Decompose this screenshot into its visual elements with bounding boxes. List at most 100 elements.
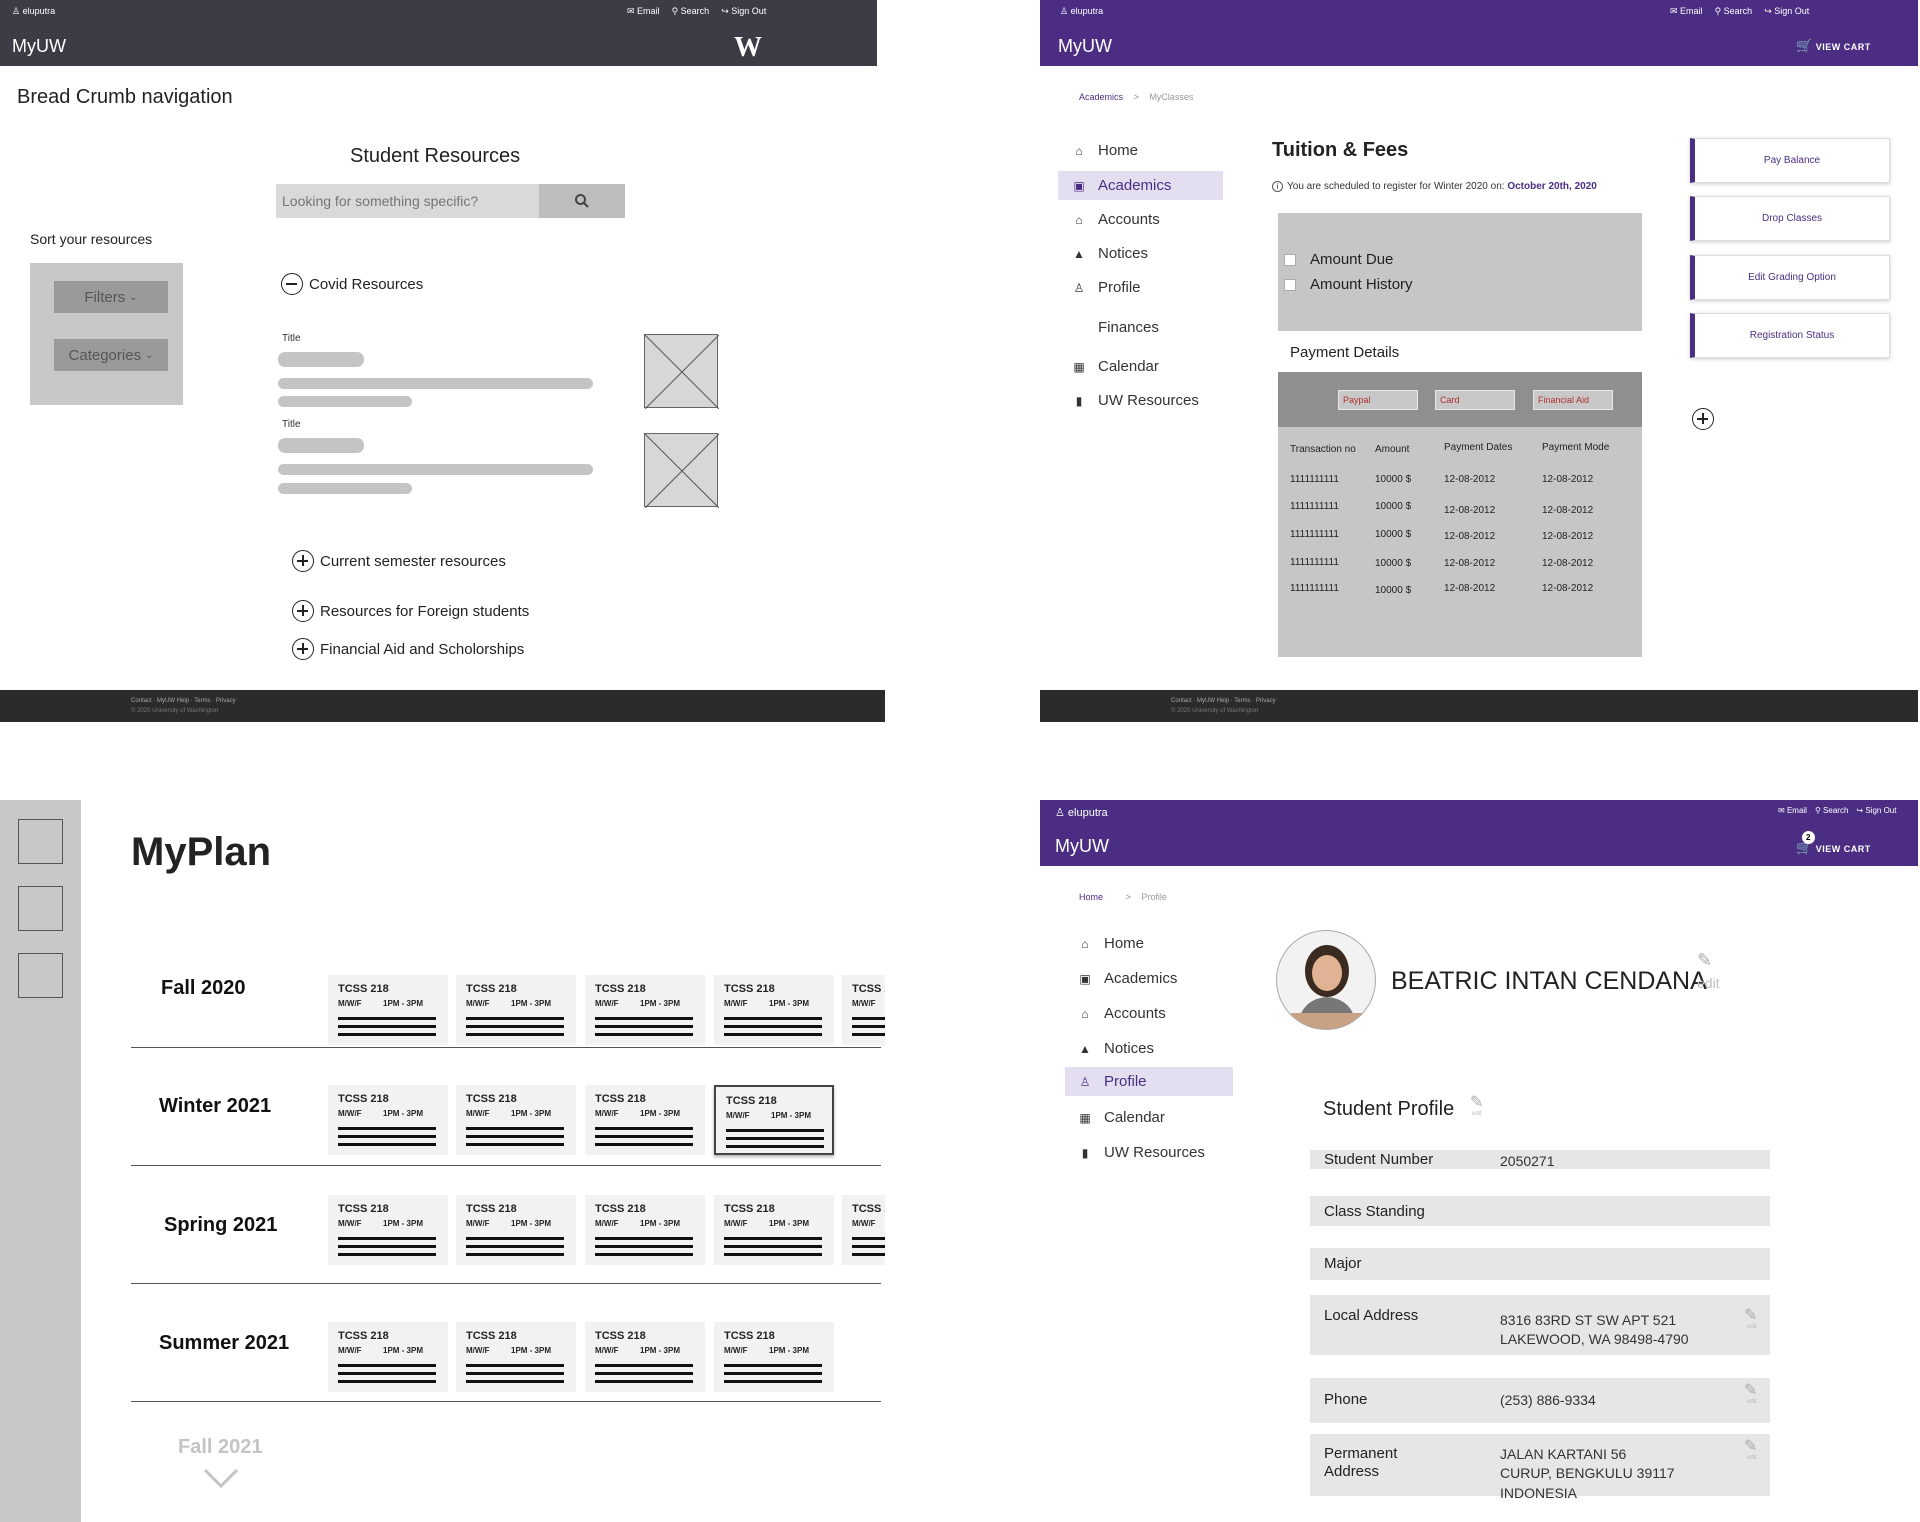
course-card[interactable]: TCSS 218M/W/F1PM - 3PM xyxy=(714,975,834,1045)
course-bar xyxy=(852,1245,885,1248)
brand-logo-text[interactable]: MyUW xyxy=(12,36,66,57)
sidebar-item-accounts[interactable]: ⌂ Accounts xyxy=(1078,1005,1165,1022)
edit-grading-option-button[interactable]: Edit Grading Option xyxy=(1690,255,1890,300)
course-card[interactable]: TCSS 218M/W/F1PM - 3PM xyxy=(585,1195,705,1265)
edit-name-label[interactable]: edit xyxy=(1697,975,1720,991)
course-card[interactable]: TCSS 218M/W/F1PM - 3PM xyxy=(328,975,448,1045)
course-time: 1PM - 3PM xyxy=(383,1346,424,1355)
footer-links[interactable]: Contact · MyUW Help · Terms · Privacy xyxy=(131,698,236,704)
sign-out-link[interactable]: ↪ Sign Out xyxy=(1856,806,1896,815)
search-link[interactable]: ⚲ Search xyxy=(1815,806,1848,815)
edit-phone-label[interactable]: edit xyxy=(1747,1399,1757,1405)
user-link[interactable]: ♙ eluputra xyxy=(12,6,55,17)
course-card[interactable]: TCSS 218M/W/F1PM - 3PM xyxy=(585,1085,705,1155)
edit-profile-label[interactable]: edit xyxy=(1472,1111,1482,1117)
brand-logo-text[interactable]: MyUW xyxy=(1058,36,1112,57)
pay-balance-button[interactable]: Pay Balance xyxy=(1690,138,1890,183)
course-card[interactable]: TCSS 218M/W/F1PM - 3PM xyxy=(842,975,885,1045)
sign-out-link[interactable]: ↪ Sign Out xyxy=(721,6,766,17)
edit-phone-icon[interactable]: ✎ xyxy=(1744,1380,1757,1400)
sidebar-item-home[interactable]: ⌂ Home xyxy=(1078,935,1144,952)
course-card[interactable]: TCSS 218M/W/F1PM - 3PM xyxy=(585,1322,705,1392)
footer-links[interactable]: Contact · MyUW Help · Terms · Privacy xyxy=(1171,698,1276,704)
course-card[interactable]: TCSS 218M/W/F1PM - 3PM xyxy=(328,1085,448,1155)
edit-name-icon[interactable]: ✎ xyxy=(1697,950,1712,971)
course-card[interactable]: TCSS 218M/W/F1PM - 3PM xyxy=(585,975,705,1045)
amount-due-checkbox[interactable] xyxy=(1284,253,1296,266)
sidebar-item-calendar[interactable]: ▦ Calendar xyxy=(1072,358,1159,375)
user-link[interactable]: ♙ eluputra xyxy=(1060,6,1103,17)
categories-dropdown[interactable]: Categories ⌄ xyxy=(54,339,168,371)
rail-button[interactable] xyxy=(18,819,63,864)
user-link[interactable]: ♙ eluputra xyxy=(1055,806,1108,819)
sidebar-item-profile[interactable]: ♙ Profile xyxy=(1065,1067,1233,1096)
course-card[interactable]: TCSS 218M/W/F1PM - 3PM xyxy=(328,1322,448,1392)
rail-button[interactable] xyxy=(18,886,63,931)
term-label: Winter 2021 xyxy=(159,1095,272,1117)
chevron-down-icon[interactable] xyxy=(203,1468,239,1495)
view-cart-button[interactable]: 🛒 2 VIEW CART xyxy=(1796,831,1871,856)
tab-financial-aid[interactable]: Financial Aid xyxy=(1533,390,1613,410)
edit-permanent-address-icon[interactable]: ✎ xyxy=(1744,1436,1757,1456)
field-phone: Phone (253) 886-9334 ✎ edit xyxy=(1310,1378,1770,1423)
sidebar-item-finances[interactable]: Finances xyxy=(1098,319,1159,336)
drop-classes-button[interactable]: Drop Classes xyxy=(1690,196,1890,241)
view-cart-button[interactable]: 🛒 VIEW CART xyxy=(1796,38,1871,54)
search-button[interactable] xyxy=(539,184,625,218)
edit-permanent-address-label[interactable]: edit xyxy=(1747,1455,1757,1461)
course-card[interactable]: TCSS 218M/W/F1PM - 3PM xyxy=(842,1195,885,1265)
filters-dropdown[interactable]: Filters ⌄ xyxy=(54,281,168,313)
course-card[interactable]: TCSS 218M/W/F1PM - 3PM xyxy=(714,1195,834,1265)
uw-w-logo[interactable]: W xyxy=(734,32,762,64)
edit-address-icon[interactable]: ✎ xyxy=(1744,1305,1757,1325)
sign-out-link[interactable]: ↪ Sign Out xyxy=(1764,6,1809,17)
course-card[interactable]: TCSS 218M/W/F1PM - 3PM xyxy=(456,1085,576,1155)
accordion-foreign-students[interactable]: Resources for Foreign students xyxy=(292,600,529,622)
amount-history-option[interactable]: Amount History xyxy=(1284,276,1413,293)
course-card[interactable]: TCSS 218M/W/F1PM - 3PM xyxy=(456,975,576,1045)
add-icon[interactable] xyxy=(1692,408,1714,430)
course-card[interactable]: TCSS 218M/W/F1PM - 3PM xyxy=(328,1195,448,1265)
search-link[interactable]: ⚲ Search xyxy=(1715,6,1753,17)
breadcrumb-home[interactable]: Home xyxy=(1079,892,1103,902)
sidebar-item-academics[interactable]: ▣ Academics xyxy=(1078,970,1177,987)
item-title: Title xyxy=(282,419,301,430)
sidebar-item-calendar[interactable]: ▦ Calendar xyxy=(1078,1109,1165,1126)
amount-due-option[interactable]: Amount Due xyxy=(1284,251,1393,268)
student-name: BEATRIC INTAN CENDANA xyxy=(1391,967,1707,995)
course-bar xyxy=(595,1025,693,1028)
breadcrumb-academics[interactable]: Academics xyxy=(1079,92,1123,102)
edit-profile-icon[interactable]: ✎ xyxy=(1470,1092,1483,1112)
email-link[interactable]: ✉ Email xyxy=(1778,806,1807,815)
sidebar-item-profile[interactable]: ♙ Profile xyxy=(1072,279,1141,296)
accordion-covid[interactable]: Covid Resources xyxy=(281,273,423,295)
course-days: M/W/F xyxy=(338,1346,362,1355)
tab-paypal[interactable]: Paypal xyxy=(1338,390,1418,410)
search-link[interactable]: ⚲ Search xyxy=(672,6,710,17)
sidebar-item-academics[interactable]: ▣ Academics xyxy=(1058,171,1223,200)
course-card[interactable]: TCSS 218M/W/F1PM - 3PM xyxy=(456,1195,576,1265)
sidebar-item-notices[interactable]: ▲ Notices xyxy=(1078,1040,1154,1057)
search-input[interactable] xyxy=(276,184,539,218)
registration-status-button[interactable]: Registration Status xyxy=(1690,313,1890,358)
course-card[interactable]: TCSS 218M/W/F1PM - 3PM xyxy=(714,1085,834,1155)
email-link[interactable]: ✉ Email xyxy=(627,6,660,17)
email-link[interactable]: ✉ Email xyxy=(1670,6,1703,17)
rail-button[interactable] xyxy=(18,953,63,998)
course-code: TCSS 218 xyxy=(726,1095,777,1107)
sidebar-item-notices[interactable]: ▲ Notices xyxy=(1072,245,1148,262)
amount-history-checkbox[interactable] xyxy=(1284,278,1296,291)
sidebar-item-home[interactable]: ⌂ Home xyxy=(1072,142,1138,159)
edit-address-label[interactable]: edit xyxy=(1747,1324,1757,1330)
course-card[interactable]: TCSS 218M/W/F1PM - 3PM xyxy=(456,1322,576,1392)
course-card[interactable]: TCSS 218M/W/F1PM - 3PM xyxy=(714,1322,834,1392)
brand-logo-text[interactable]: MyUW xyxy=(1055,836,1109,857)
course-time: 1PM - 3PM xyxy=(383,999,424,1008)
sidebar-item-uw-resources[interactable]: ▮ UW Resources xyxy=(1078,1144,1205,1161)
tab-card[interactable]: Card xyxy=(1435,390,1515,410)
course-time: 1PM - 3PM xyxy=(640,1109,681,1118)
sidebar-item-accounts[interactable]: ⌂ Accounts xyxy=(1072,211,1159,228)
sidebar-item-uw-resources[interactable]: ▮ UW Resources xyxy=(1072,392,1199,409)
accordion-financial-aid[interactable]: Financial Aid and Scholorships xyxy=(292,638,524,660)
accordion-current-semester[interactable]: Current semester resources xyxy=(292,550,506,572)
